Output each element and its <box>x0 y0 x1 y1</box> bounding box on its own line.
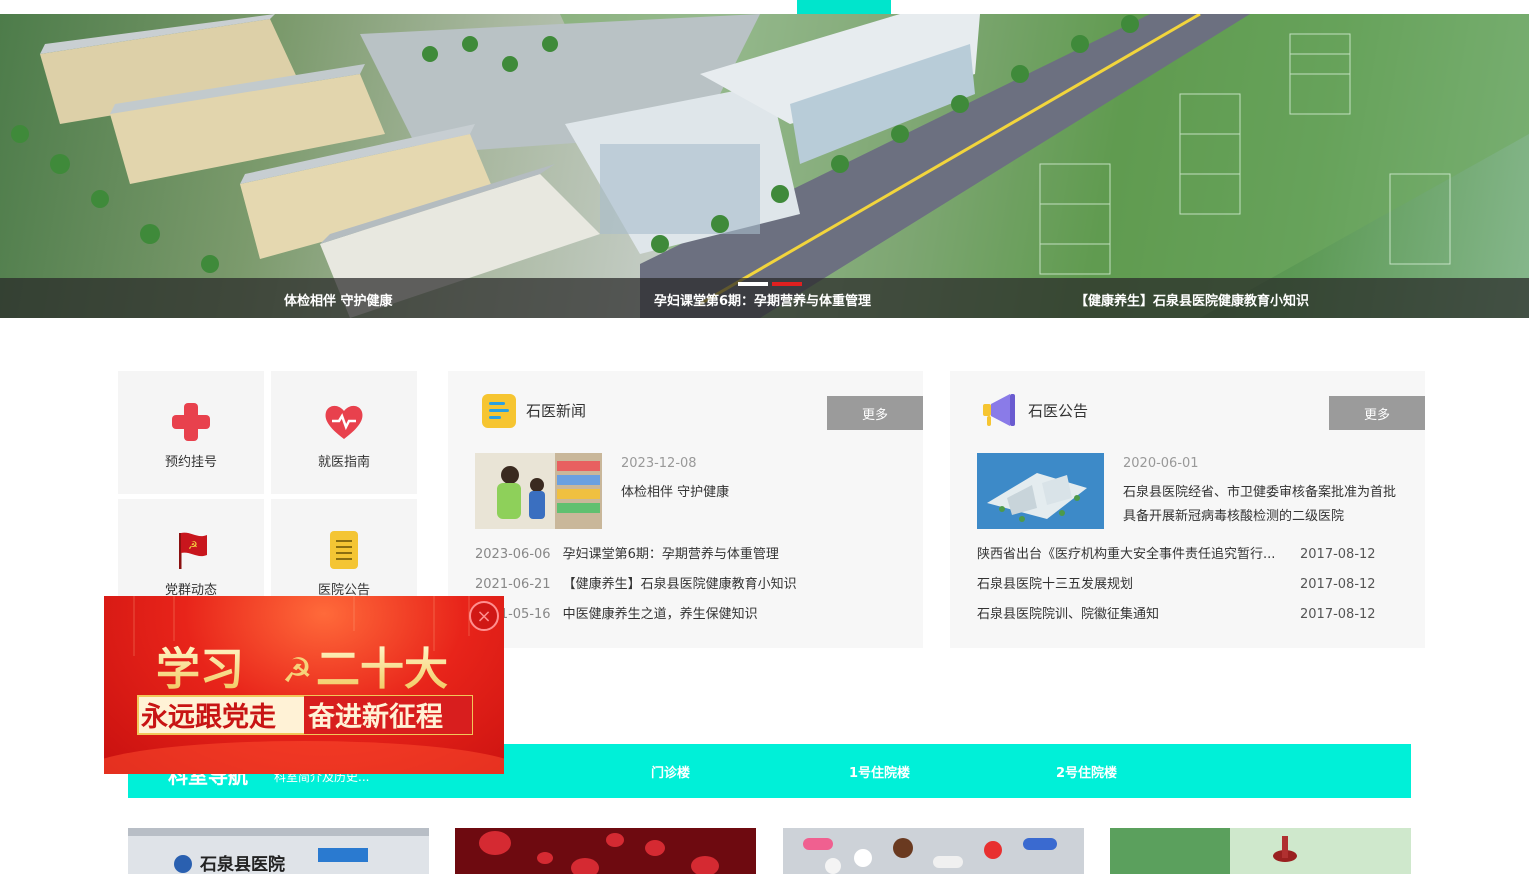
news-featured-photo <box>475 453 602 529</box>
department-link-inpatient-2[interactable]: 2号住院楼 <box>1056 762 1117 781</box>
hospital-sign-photo: 石泉县医院 <box>128 828 429 874</box>
notice-item-title[interactable]: 石泉县医院十三五发展规划 <box>977 575 1133 595</box>
hospital-sign-text: 石泉县医院 <box>199 854 285 874</box>
popup-close-button[interactable]: × <box>469 601 499 631</box>
notice-panel: 石医公告 更多 2020-06-01 石泉县医院经省、市卫健委审核备案批准为首批… <box>950 371 1425 648</box>
top-nav-strip <box>0 0 1529 14</box>
department-link-outpatient[interactable]: 门诊楼 <box>651 762 690 781</box>
news-item-date: 2023-06-06 <box>475 547 551 562</box>
notice-featured-photo <box>977 453 1104 529</box>
notice-panel-title: 石医公告 <box>1028 402 1089 420</box>
news-item-title[interactable]: 中医健康养生之道，养生保健知识 <box>563 607 758 622</box>
promo-banner-artwork: 学习 ☭ 二十大 永远跟党走 奋进新征程 <box>104 596 504 774</box>
news-featured-thumbnail[interactable] <box>475 453 602 529</box>
news-panel: 石医新闻 更多 2023-12-08 体检相伴 守护健康 2023-06-06 孕… <box>448 371 923 648</box>
notice-document-icon <box>330 531 358 569</box>
news-icon <box>482 394 516 428</box>
news-item-title[interactable]: 【健康养生】石泉县医院健康教育小知识 <box>563 577 797 592</box>
news-item-date: 2021-06-21 <box>475 577 551 592</box>
notice-item-title[interactable]: 石泉县医院院训、院徽征集通知 <box>977 605 1159 625</box>
news-panel-title: 石医新闻 <box>526 402 587 420</box>
svg-text:☭: ☭ <box>188 539 198 552</box>
news-featured-date: 2023-12-08 <box>621 456 697 471</box>
notice-featured-title[interactable]: 石泉县医院经省、市卫健委审核备案批准为首批具备开展新冠病毒核酸检测的二级医院 <box>1123 481 1405 529</box>
news-list-item[interactable]: 2021-06-21 【健康养生】石泉县医院健康教育小知识 <box>475 575 797 595</box>
carousel-caption-1[interactable]: 体检相伴 守护健康 <box>284 290 393 309</box>
active-nav-tab[interactable] <box>797 0 891 14</box>
news-item-title[interactable]: 孕妇课堂第6期：孕期营养与体重管理 <box>563 547 779 562</box>
promo-slogan-part2: 奋进新征程 <box>307 701 443 733</box>
hero-carousel[interactable]: 体检相伴 守护健康 孕妇课堂第6期：孕期营养与体重管理 【健康养生】石泉县医院健… <box>0 14 1529 318</box>
news-list-item[interactable]: 2023-06-06 孕妇课堂第6期：孕期营养与体重管理 <box>475 545 779 565</box>
notice-item-date: 2017-08-12 <box>1300 547 1376 562</box>
notice-featured-thumbnail[interactable] <box>977 453 1104 529</box>
carousel-caption-2[interactable]: 孕妇课堂第6期：孕期营养与体重管理 <box>654 290 871 309</box>
pills-photo <box>783 828 1084 874</box>
news-list-item[interactable]: 2021-05-16 中医健康养生之道，养生保健知识 <box>475 605 758 625</box>
hammer-sickle-icon: ☭ <box>282 651 312 691</box>
department-card-3[interactable] <box>783 828 1084 874</box>
promo-headline-part2: 二十大 <box>316 644 448 695</box>
hero-illustration <box>11 14 1529 318</box>
blood-cells-photo <box>455 828 756 874</box>
megaphone-icon <box>983 394 1015 426</box>
heart-pulse-icon <box>325 405 363 439</box>
quick-link-label: 就医指南 <box>317 455 370 470</box>
news-featured-title[interactable]: 体检相伴 守护健康 <box>621 481 903 505</box>
notice-item-date: 2017-08-12 <box>1300 607 1376 622</box>
department-card-2[interactable] <box>455 828 756 874</box>
notice-item-date: 2017-08-12 <box>1300 577 1376 592</box>
notice-more-button[interactable]: 更多 <box>1329 396 1425 430</box>
carousel-dot-active[interactable] <box>738 282 768 286</box>
promo-slogan-part1: 永远跟党走 <box>140 702 276 733</box>
lab-equipment-photo <box>1110 828 1411 874</box>
quick-link-guide[interactable]: 就医指南 <box>271 371 417 494</box>
promo-popup-banner[interactable]: 学习 ☭ 二十大 永远跟党走 奋进新征程 <box>104 596 504 774</box>
department-card-4[interactable] <box>1110 828 1411 874</box>
notice-featured-date: 2020-06-01 <box>1123 456 1199 471</box>
quick-link-appointment[interactable]: 预约挂号 <box>118 371 264 494</box>
notice-item-title[interactable]: 陕西省出台《医疗机构重大安全事件责任追究暂行... <box>977 545 1275 565</box>
party-flag-icon: ☭ <box>179 532 207 569</box>
department-link-inpatient-1[interactable]: 1号住院楼 <box>849 762 910 781</box>
promo-headline-part1: 学习 <box>156 644 244 695</box>
carousel-dot[interactable] <box>772 282 802 286</box>
department-card-1[interactable]: 石泉县医院 <box>128 828 429 874</box>
carousel-caption-3[interactable]: 【健康养生】石泉县医院健康教育小知识 <box>1075 290 1309 309</box>
news-more-button[interactable]: 更多 <box>827 396 923 430</box>
red-cross-icon <box>172 403 210 441</box>
quick-link-label: 预约挂号 <box>164 455 217 470</box>
